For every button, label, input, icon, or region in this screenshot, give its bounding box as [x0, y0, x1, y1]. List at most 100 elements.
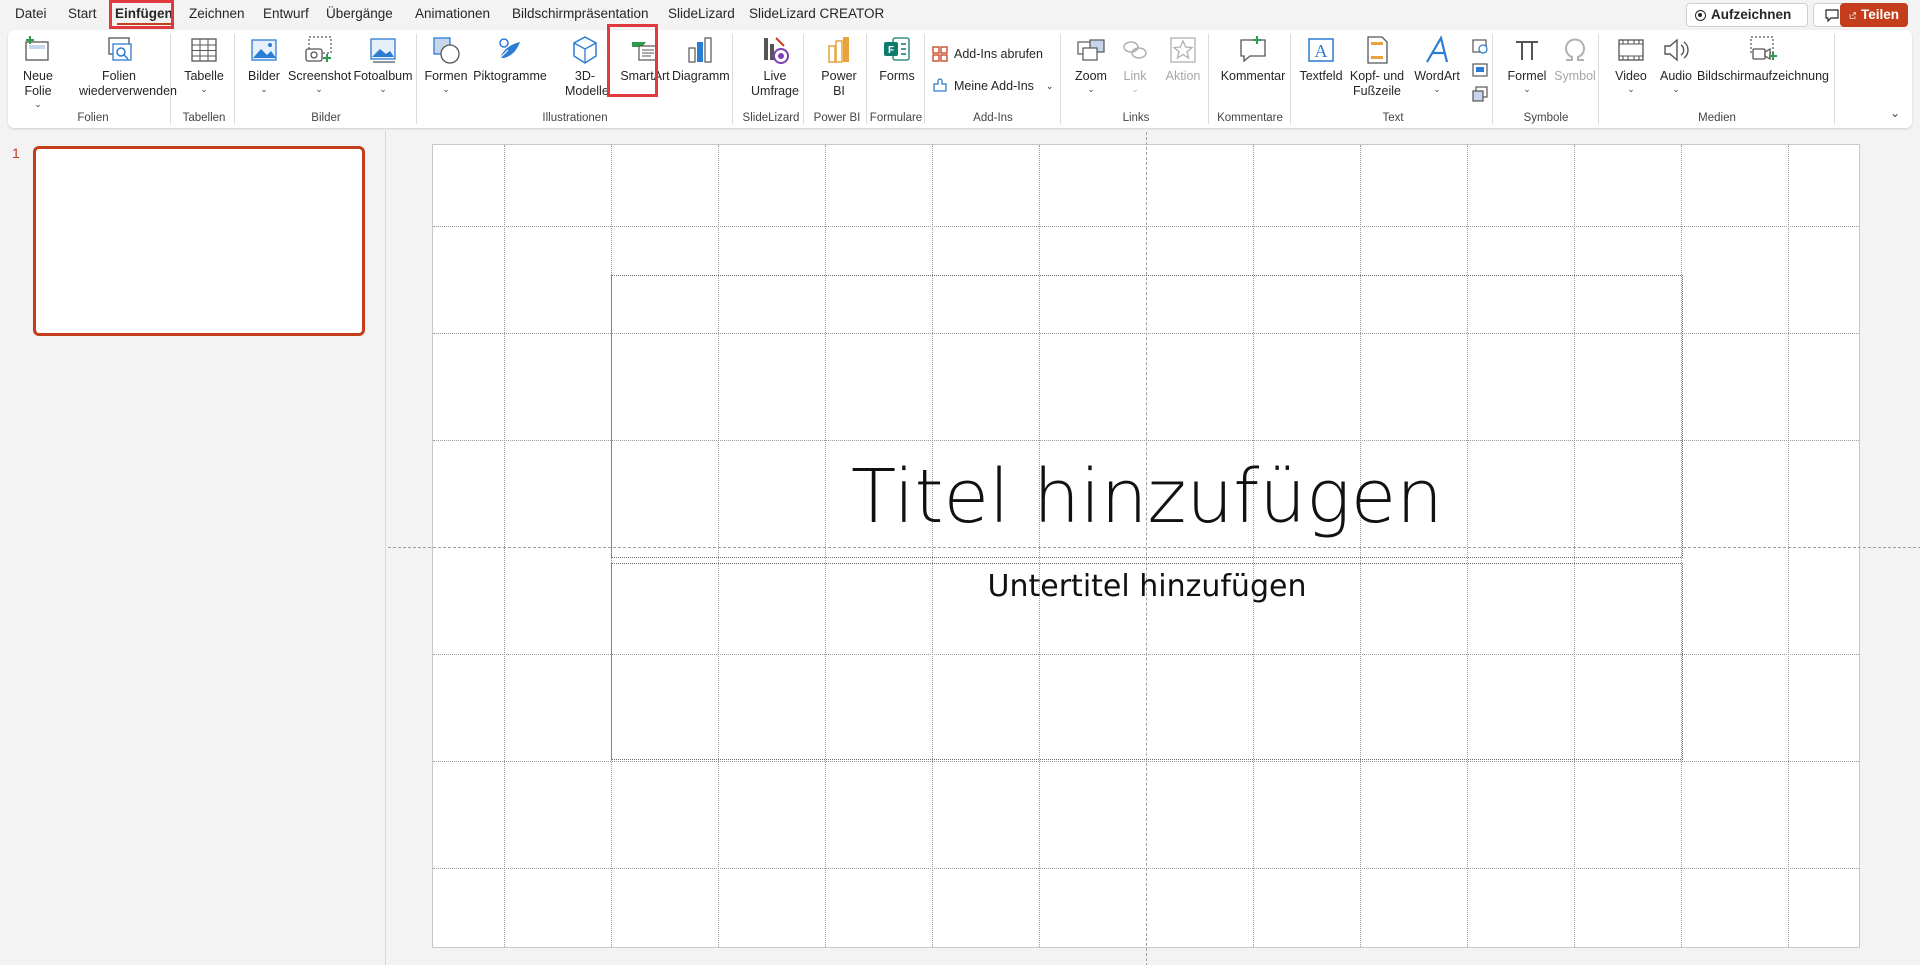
live-poll-button[interactable]: Live Umfrage: [740, 30, 810, 99]
pi-icon: [1516, 41, 1538, 60]
screenshot-button[interactable]: Screenshot ⌄: [288, 30, 351, 94]
share-button[interactable]: Teilen: [1840, 3, 1908, 27]
smartart-label: SmartArt: [620, 69, 670, 83]
icons-button[interactable]: Piktogramme: [470, 30, 550, 84]
separator: [234, 34, 235, 124]
grid-line: [1788, 145, 1789, 947]
header-footer-label: Kopf- und Fußzeile: [1349, 69, 1405, 98]
tab-bildschirmpraesentation[interactable]: Bildschirmpräsentation: [505, 0, 656, 28]
slide-thumbnail-pane: 1: [0, 131, 386, 965]
photo-album-button[interactable]: Fotoalbum ⌄: [352, 30, 414, 94]
get-addins-button[interactable]: Add-Ins abrufen: [932, 43, 1043, 65]
chevron-down-icon: ⌄: [1131, 84, 1139, 94]
star-icon: [1170, 37, 1196, 63]
screen-recording-icon: [1750, 36, 1777, 61]
title-placeholder[interactable]: Titel hinzufügen: [611, 275, 1683, 558]
audio-button[interactable]: Audio ⌄: [1654, 30, 1698, 94]
separator: [1492, 34, 1493, 124]
subtitle-placeholder[interactable]: Untertitel hinzufügen: [611, 563, 1683, 760]
svg-text:F: F: [888, 45, 894, 56]
images-button[interactable]: Bilder ⌄: [240, 30, 288, 94]
screenshot-icon: [305, 36, 332, 62]
chevron-down-icon: ⌄: [1045, 80, 1054, 91]
3d-models-label: 3D-Modelle: [565, 69, 609, 98]
chart-button[interactable]: Diagramm: [672, 30, 730, 84]
tab-animationen[interactable]: Animationen: [408, 0, 497, 28]
smartart-button[interactable]: SmartArt: [616, 30, 674, 84]
header-footer-button[interactable]: Kopf- und Fußzeile: [1346, 30, 1408, 99]
separator: [803, 34, 804, 124]
power-bi-button[interactable]: Power BI: [808, 30, 870, 99]
video-button[interactable]: Video ⌄: [1608, 30, 1654, 94]
forms-button[interactable]: F Forms: [872, 30, 922, 84]
tab-zeichnen[interactable]: Zeichnen: [182, 0, 252, 28]
reuse-slides-button[interactable]: Folien wiederverwenden: [64, 30, 177, 99]
symbol-label: Symbol: [1554, 69, 1596, 83]
separator: [1834, 34, 1835, 124]
bar-chart-icon: [688, 37, 712, 63]
separator: [1290, 34, 1291, 124]
separator: [1060, 34, 1061, 124]
chevron-down-icon: ⌄: [379, 84, 387, 94]
tab-start[interactable]: Start: [61, 0, 104, 28]
record-button[interactable]: Aufzeichnen: [1686, 3, 1808, 27]
action-button[interactable]: Aktion: [1160, 30, 1206, 84]
wordart-button[interactable]: WordArt ⌄: [1410, 30, 1464, 94]
video-icon: [1618, 39, 1644, 61]
3d-models-button[interactable]: 3D-Modelle: [552, 30, 618, 99]
date-time-icon[interactable]: [1471, 37, 1489, 55]
separator: [416, 34, 417, 124]
tab-einfuegen[interactable]: Einfügen: [108, 0, 180, 28]
table-icon: [191, 38, 217, 62]
group-label-symbole: Symbole: [1523, 112, 1569, 124]
separator: [1598, 34, 1599, 124]
store-icon: [932, 46, 948, 62]
reuse-slides-label: Folien wiederverwenden: [79, 69, 177, 98]
comment-icon: [1240, 36, 1266, 63]
group-label-slidelizard: SlideLizard: [742, 112, 800, 124]
tab-entwurf[interactable]: Entwurf: [256, 0, 316, 28]
zoom-button[interactable]: Zoom ⌄: [1068, 30, 1114, 94]
symbol-button[interactable]: Symbol: [1550, 30, 1600, 84]
my-addins-button[interactable]: Meine Add-Ins ⌄: [932, 75, 1053, 97]
textbox-button[interactable]: A Textfeld: [1298, 30, 1344, 84]
pictograms-icon: [499, 38, 520, 59]
link-button[interactable]: Link ⌄: [1116, 30, 1154, 94]
object-icon[interactable]: [1471, 85, 1489, 103]
tab-datei[interactable]: Datei: [8, 0, 54, 28]
cube-icon: [573, 36, 597, 64]
comment-button[interactable]: Kommentar: [1214, 30, 1292, 84]
group-label-illustrationen: Illustrationen: [542, 112, 608, 124]
slide-number-icon[interactable]: [1471, 61, 1489, 79]
power-bi-icon: [828, 37, 849, 63]
link-icon: [1123, 41, 1147, 59]
group-label-links: Links: [1122, 112, 1150, 124]
new-slide-button[interactable]: Neue Folie ⌄: [14, 30, 62, 109]
omega-icon: [1565, 38, 1585, 61]
share-icon: [1849, 11, 1856, 19]
group-label-tabellen: Tabellen: [182, 112, 226, 124]
ribbon-collapse-icon[interactable]: ⌄: [1890, 106, 1900, 120]
my-addins-label: Meine Add-Ins: [954, 79, 1034, 93]
equation-button[interactable]: Formel ⌄: [1504, 30, 1550, 94]
slide[interactable]: Titel hinzufügen Untertitel hinzufügen: [388, 132, 1920, 965]
screen-recording-label: Bildschirmaufzeichnung: [1696, 69, 1829, 83]
slide-editing-area: Titel hinzufügen Untertitel hinzufügen: [387, 131, 1920, 965]
live-poll-label: Live Umfrage: [751, 69, 799, 98]
tab-uebergaenge[interactable]: Übergänge: [319, 0, 400, 28]
image-icon: [251, 39, 277, 61]
zoom-label: Zoom: [1075, 69, 1107, 83]
tab-slidelizard-creator[interactable]: SlideLizard CREATOR: [742, 0, 891, 28]
action-label: Aktion: [1165, 69, 1201, 83]
chevron-down-icon: ⌄: [260, 84, 268, 94]
table-button[interactable]: Tabelle ⌄: [178, 30, 230, 94]
svg-text:A: A: [1315, 41, 1328, 61]
photo-album-icon: [370, 38, 396, 63]
shapes-button[interactable]: Formen ⌄: [422, 30, 470, 94]
link-label: Link: [1123, 69, 1147, 83]
slide-thumbnail[interactable]: [33, 146, 365, 336]
tab-slidelizard[interactable]: SlideLizard: [661, 0, 742, 28]
separator: [170, 34, 171, 124]
video-label: Video: [1615, 69, 1647, 83]
screen-recording-button[interactable]: Bildschirmaufzeichnung: [1696, 30, 1830, 84]
